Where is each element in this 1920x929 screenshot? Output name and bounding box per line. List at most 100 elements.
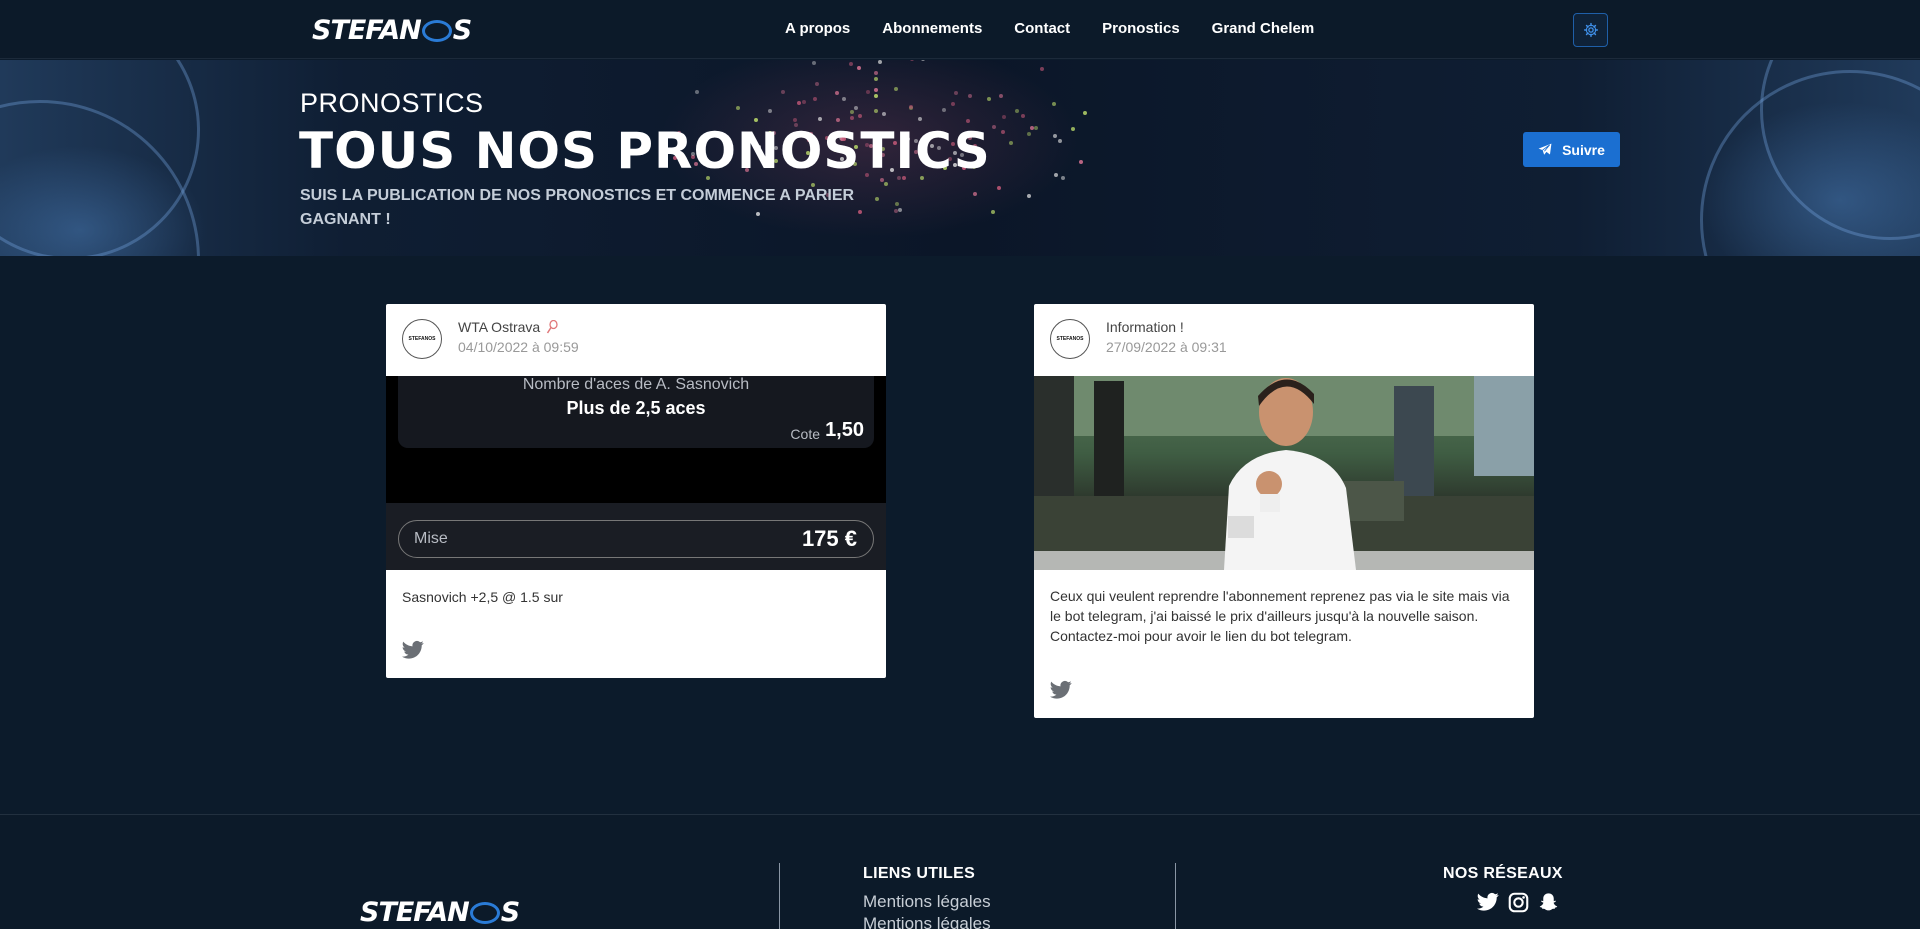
sparkle [1029,125,1034,130]
sparkle [877,60,882,65]
twitter-icon[interactable] [1477,892,1499,912]
stake-value: 175 € [801,526,857,551]
sparkle [972,192,977,197]
sparkle [953,90,958,95]
card-header: STEFANOS WTA Ostrava 04/10/2022 à 09:59 [386,304,886,376]
sparkle [866,89,871,94]
nav-links: A propos Abonnements Contact Pronostics … [785,20,1314,37]
sparkle [735,106,740,111]
sparkle [1026,131,1031,136]
sparkle [873,108,878,113]
sparkle [1052,101,1057,106]
card-title: WTA Ostrava [458,319,558,335]
instagram-icon[interactable] [1508,892,1529,913]
top-navbar: STEFAN S A propos Abonnements Contact Pro… [0,0,1920,59]
logo-ring-icon [421,20,452,42]
footer-divider [779,863,780,929]
sparkle [1034,125,1039,130]
sparkle [811,61,816,66]
sparkle [857,114,862,119]
odds-label: Cote [790,426,820,442]
hero-section-label: PRONOSTICS [300,88,484,118]
sparkle [834,91,839,96]
sparkle [1071,127,1076,132]
site-logo[interactable]: STEFAN S [312,14,472,46]
bet-market: Nombre d'aces de A. Sasnovich [522,376,750,393]
sparkle [1053,134,1058,139]
settings-button[interactable] [1573,13,1608,47]
footer-logo-text: STEFAN [360,897,470,928]
card-title-text: Information ! [1106,319,1184,335]
social-title: NOS RÉSEAUX [1443,865,1563,882]
avatar[interactable]: STEFANOS [402,319,442,359]
sparkle [849,116,854,121]
sparkle [999,93,1004,98]
twitter-icon[interactable] [1050,680,1072,700]
footer-logo-text-end: S [500,897,520,928]
pronostic-card: STEFANOS WTA Ostrava 04/10/2022 à 09:59 … [386,304,886,678]
sparkle [920,60,925,61]
sparkle [1008,140,1013,145]
sparkle [1058,138,1063,143]
nav-link-pronostics[interactable]: Pronostics [1102,20,1180,37]
sparkle [1026,193,1031,198]
stake-field: Mise 175 € [398,520,874,558]
footer-divider [1175,863,1176,929]
sparkle [767,109,772,114]
sparkle [849,110,854,115]
sparkle [818,116,823,121]
sparkle [893,86,898,91]
sparkle [1039,66,1044,71]
card-text: Sasnovich +2,5 @ 1.5 sur [402,589,563,605]
logo-ring-icon [469,901,500,924]
sparkle [781,90,786,95]
sparkle [910,60,915,61]
logo-text-end: S [452,14,472,46]
useful-links-title: LIENS UTILES [863,865,976,882]
sparkle [1053,173,1058,178]
sparkle [909,105,914,110]
sparkle [812,96,817,101]
sparkle [987,96,992,101]
stake-bar: Mise 175 € [386,503,886,570]
gear-icon [1583,22,1598,38]
footer-link-legal-2[interactable]: Mentions légales [863,914,991,929]
hero-banner: PRONOSTICS TOUS NOS PRONOSTICS SUIS LA P… [0,60,1920,256]
sparkle [1000,130,1005,135]
sparkle [990,209,995,214]
footer-logo[interactable]: STEFAN S [360,897,520,928]
sparkle [841,97,846,102]
sparkle [874,70,879,75]
sparkle [1002,115,1007,120]
nav-link-a-propos[interactable]: A propos [785,20,850,37]
logo-text: STEFAN [312,14,422,46]
bet-selection-box: Nombre d'aces de A. Sasnovich Plus de 2,… [398,376,874,448]
avatar[interactable]: STEFANOS [1050,319,1090,359]
sparkle [1014,109,1019,114]
sparkle [873,94,878,99]
hero-description: SUIS LA PUBLICATION DE NOS PRONOSTICS ET… [300,187,855,228]
card-text: Ceux qui veulent reprendre l'abonnement … [1050,588,1510,644]
sparkle [1078,159,1083,164]
social-links [1477,892,1559,913]
card-date: 04/10/2022 à 09:59 [458,339,579,355]
nav-link-contact[interactable]: Contact [1014,20,1070,37]
bet-slip: Nombre d'aces de A. Sasnovich Plus de 2,… [386,376,886,570]
nav-link-grand-chelem[interactable]: Grand Chelem [1212,20,1315,37]
sparkle [853,105,858,110]
nav-link-abonnements[interactable]: Abonnements [882,20,982,37]
sparkle [951,102,956,107]
snapchat-icon[interactable] [1538,892,1559,913]
tennis-racket-icon [547,320,558,334]
sparkle [1082,111,1087,116]
sparkle [873,87,878,92]
follow-button[interactable]: Suivre [1523,132,1620,167]
sparkle [1061,175,1066,180]
bet-selection: Plus de 2,5 aces [566,398,706,418]
twitter-icon[interactable] [402,640,424,660]
sparkle [815,82,820,87]
card-title-text: WTA Ostrava [458,319,541,335]
footer-link-legal[interactable]: Mentions légales [863,892,991,912]
card-photo [1034,376,1534,570]
card-header: STEFANOS Information ! 27/09/2022 à 09:3… [1034,304,1534,376]
